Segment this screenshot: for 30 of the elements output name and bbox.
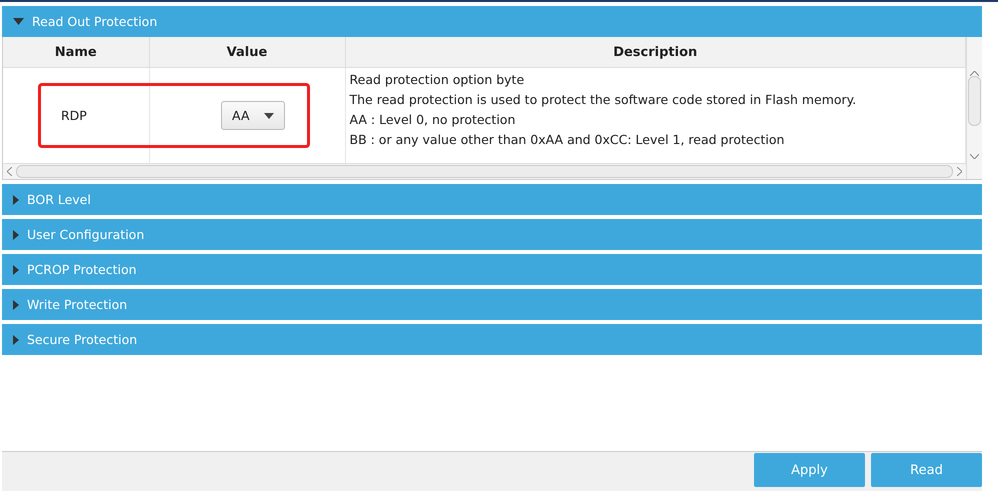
option-name: RDP <box>60 108 87 123</box>
caret-right-icon <box>13 300 19 310</box>
action-button[interactable]: Read <box>871 453 982 487</box>
section-header[interactable]: PCROP Protection <box>2 254 982 285</box>
section-header[interactable]: Secure Protection <box>2 324 982 355</box>
caret-right-icon <box>13 230 19 240</box>
description-line: BB : or any value other than 0xAA and 0xCC: Level 1, read protection <box>350 131 784 149</box>
vertical-scrollbar[interactable] <box>966 37 982 179</box>
column-header[interactable]: Name <box>3 37 149 68</box>
chevron-up-icon[interactable] <box>970 71 979 76</box>
caret-right-icon <box>13 334 19 344</box>
caret-down-icon <box>264 112 274 118</box>
caret-right-icon <box>13 264 19 274</box>
description-line: Read protection option byte <box>350 71 524 89</box>
section-header[interactable]: BOR Level <box>2 184 982 215</box>
horizontal-scrollbar[interactable] <box>3 163 966 179</box>
chevron-right-icon[interactable] <box>957 167 962 176</box>
section-header[interactable]: Read Out Protection <box>2 6 982 37</box>
description-line: AA : Level 0, no protection <box>350 111 516 129</box>
action-button[interactable]: Apply <box>754 453 865 487</box>
description-line: The read protection is used to protect the software code stored in Flash memory. <box>350 91 856 109</box>
column-header[interactable]: Description <box>345 37 966 68</box>
caret-down-icon <box>13 18 24 25</box>
section-header[interactable]: User Configuration <box>2 219 982 250</box>
value-dropdown[interactable]: AA <box>221 101 284 130</box>
column-header[interactable]: Value <box>149 37 345 68</box>
chevron-down-icon[interactable] <box>970 154 979 159</box>
caret-right-icon <box>13 194 19 204</box>
chevron-left-icon[interactable] <box>7 167 12 176</box>
section-header[interactable]: Write Protection <box>2 289 982 320</box>
